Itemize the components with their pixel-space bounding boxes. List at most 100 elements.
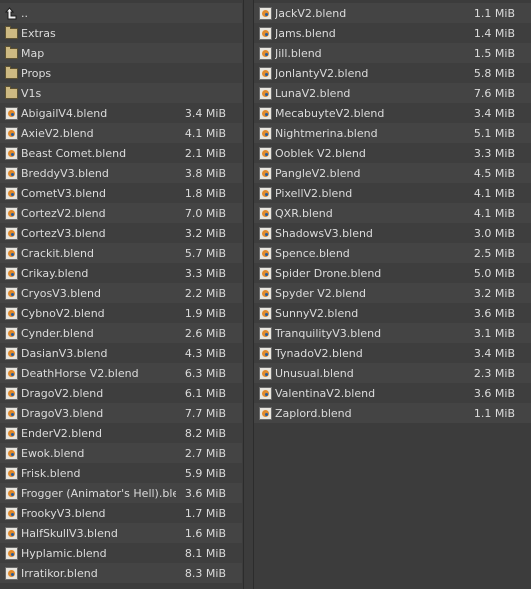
- file-size: 1.8 MiB: [184, 186, 226, 200]
- file-item-irratikor-blend[interactable]: Irratikor.blend 8.3 MiB: [0, 563, 242, 583]
- file-name: Unusual.blend: [275, 366, 354, 380]
- blend-file-icon: [5, 526, 18, 540]
- file-name: Map: [21, 46, 45, 60]
- file-name: ShadowsV3.blend: [275, 226, 373, 240]
- file-item-beast-comet-blend[interactable]: Beast Comet.blend 2.1 MiB: [0, 143, 242, 163]
- blend-file-icon: [259, 86, 272, 100]
- file-item-tynadov2-blend[interactable]: TynadoV2.blend 3.4 MiB: [254, 343, 531, 363]
- blend-file-icon: [5, 106, 18, 120]
- folder-icon: [5, 86, 18, 99]
- blend-file-icon: [259, 306, 272, 320]
- parent-directory-icon: [5, 6, 18, 20]
- file-item-ewok-blend[interactable]: Ewok.blend 2.7 MiB: [0, 443, 242, 463]
- file-item-crackit-blend[interactable]: Crackit.blend 5.7 MiB: [0, 243, 242, 263]
- file-size: 6.1 MiB: [184, 386, 226, 400]
- blend-file-icon: [5, 446, 18, 460]
- blend-file-icon: [259, 406, 272, 420]
- file-size: 5.8 MiB: [473, 66, 515, 80]
- file-item-breddyv3-blend[interactable]: BreddyV3.blend 3.8 MiB: [0, 163, 242, 183]
- file-item-ooblek-v2-blend[interactable]: Ooblek V2.blend 3.3 MiB: [254, 143, 531, 163]
- file-size: 1.9 MiB: [184, 306, 226, 320]
- file-item-jonlantyv2-blend[interactable]: JonlantyV2.blend 5.8 MiB: [254, 63, 531, 83]
- blend-file-icon: [259, 286, 272, 300]
- file-item-deathhorse-v2-blend[interactable]: DeathHorse V2.blend 6.3 MiB: [0, 363, 242, 383]
- file-size: 3.1 MiB: [473, 326, 515, 340]
- file-name: SunnyV2.blend: [275, 306, 359, 320]
- blend-file-icon: [5, 566, 18, 580]
- file-item-cortezv2-blend[interactable]: CortezV2.blend 7.0 MiB: [0, 203, 242, 223]
- file-item-cortezv3-blend[interactable]: CortezV3.blend 3.2 MiB: [0, 223, 242, 243]
- file-item-nightmerina-blend[interactable]: Nightmerina.blend 5.1 MiB: [254, 123, 531, 143]
- file-item-dragov3-blend[interactable]: DragoV3.blend 7.7 MiB: [0, 403, 242, 423]
- file-item-cometv3-blend[interactable]: CometV3.blend 1.8 MiB: [0, 183, 242, 203]
- file-name: BreddyV3.blend: [21, 166, 109, 180]
- folder-item-props[interactable]: Props: [0, 63, 242, 83]
- file-size: 7.7 MiB: [184, 406, 226, 420]
- file-item-valentinav2-blend[interactable]: ValentinaV2.blend 3.6 MiB: [254, 383, 531, 403]
- file-item-cynder-blend[interactable]: Cynder.blend 2.6 MiB: [0, 323, 242, 343]
- file-size: 4.5 MiB: [473, 166, 515, 180]
- file-item-lunav2-blend[interactable]: LunaV2.blend 7.6 MiB: [254, 83, 531, 103]
- folder-item-map[interactable]: Map: [0, 43, 242, 63]
- blend-file-icon: [5, 486, 18, 500]
- file-size: 8.1 MiB: [184, 546, 226, 560]
- file-item-tranquilityv3-blend[interactable]: TranquilityV3.blend 3.1 MiB: [254, 323, 531, 343]
- file-item-dragov2-blend[interactable]: DragoV2.blend 6.1 MiB: [0, 383, 242, 403]
- file-size: 2.7 MiB: [184, 446, 226, 460]
- file-item-jill-blend[interactable]: Jill.blend 1.5 MiB: [254, 43, 531, 63]
- file-item-qxr-blend[interactable]: QXR.blend 4.1 MiB: [254, 203, 531, 223]
- blend-file-icon: [5, 206, 18, 220]
- file-item-shadowsv3-blend[interactable]: ShadowsV3.blend 3.0 MiB: [254, 223, 531, 243]
- file-item-hyplamic-blend[interactable]: Hyplamic.blend 8.1 MiB: [0, 543, 242, 563]
- file-name: PixellV2.blend: [275, 186, 353, 200]
- file-size: 5.1 MiB: [473, 126, 515, 140]
- file-item-frisk-blend[interactable]: Frisk.blend 5.9 MiB: [0, 463, 242, 483]
- file-item-jackv2-blend[interactable]: JackV2.blend 1.1 MiB: [254, 3, 531, 23]
- file-item-spider-drone-blend[interactable]: Spider Drone.blend 5.0 MiB: [254, 263, 531, 283]
- blend-file-icon: [259, 166, 272, 180]
- file-size: 4.1 MiB: [473, 186, 515, 200]
- file-item-abigailv4-blend[interactable]: AbigailV4.blend 3.4 MiB: [0, 103, 242, 123]
- file-item-pixellv2-blend[interactable]: PixellV2.blend 4.1 MiB: [254, 183, 531, 203]
- file-size: 4.1 MiB: [184, 126, 226, 140]
- folder-item-v1s[interactable]: V1s: [0, 83, 242, 103]
- file-name: DragoV2.blend: [21, 386, 104, 400]
- blend-file-icon: [259, 226, 272, 240]
- file-size: 3.2 MiB: [184, 226, 226, 240]
- file-name: LunaV2.blend: [275, 86, 351, 100]
- file-name: Spider Drone.blend: [275, 266, 382, 280]
- folder-item-extras[interactable]: Extras: [0, 23, 242, 43]
- blend-file-icon: [259, 246, 272, 260]
- file-item-crikay-blend[interactable]: Crikay.blend 3.3 MiB: [0, 263, 242, 283]
- file-item-mecabuytev2-blend[interactable]: MecabuyteV2.blend 3.4 MiB: [254, 103, 531, 123]
- file-item-frookyv3-blend[interactable]: FrookyV3.blend 1.7 MiB: [0, 503, 242, 523]
- file-item-panglev2-blend[interactable]: PangleV2.blend 4.5 MiB: [254, 163, 531, 183]
- blend-file-icon: [5, 366, 18, 380]
- blend-file-icon: [5, 426, 18, 440]
- file-item-spyder-v2-blend[interactable]: Spyder V2.blend 3.2 MiB: [254, 283, 531, 303]
- file-item-spence-blend[interactable]: Spence.blend 2.5 MiB: [254, 243, 531, 263]
- file-name: HalfSkullV3.blend: [21, 526, 118, 540]
- blend-file-icon: [259, 386, 272, 400]
- file-item-enderv2-blend[interactable]: EnderV2.blend 8.2 MiB: [0, 423, 242, 443]
- file-item-zaplord-blend[interactable]: Zaplord.blend 1.1 MiB: [254, 403, 531, 423]
- file-item-halfskullv3-blend[interactable]: HalfSkullV3.blend 1.6 MiB: [0, 523, 242, 543]
- file-item-frogger-animator-s-hell-blend[interactable]: Frogger (Animator's Hell).blend 3.6 MiB: [0, 483, 242, 503]
- file-name: EnderV2.blend: [21, 426, 102, 440]
- file-item-jams-blend[interactable]: Jams.blend 1.4 MiB: [254, 23, 531, 43]
- file-name: JonlantyV2.blend: [275, 66, 369, 80]
- file-size: 7.0 MiB: [184, 206, 226, 220]
- file-size: 1.5 MiB: [473, 46, 515, 60]
- file-size: 2.6 MiB: [184, 326, 226, 340]
- file-item-cybnov2-blend[interactable]: CybnoV2.blend 1.9 MiB: [0, 303, 242, 323]
- file-size: 1.7 MiB: [184, 506, 226, 520]
- file-item-cryosv3-blend[interactable]: CryosV3.blend 2.2 MiB: [0, 283, 242, 303]
- file-item-unusual-blend[interactable]: Unusual.blend 2.3 MiB: [254, 363, 531, 383]
- file-size: 3.6 MiB: [184, 486, 226, 500]
- parent-directory-item[interactable]: ..: [0, 3, 242, 23]
- file-size: 3.4 MiB: [473, 106, 515, 120]
- file-item-sunnyv2-blend[interactable]: SunnyV2.blend 3.6 MiB: [254, 303, 531, 323]
- file-item-axiev2-blend[interactable]: AxieV2.blend 4.1 MiB: [0, 123, 242, 143]
- file-item-dasianv3-blend[interactable]: DasianV3.blend 4.3 MiB: [0, 343, 242, 363]
- file-name: JackV2.blend: [275, 6, 347, 20]
